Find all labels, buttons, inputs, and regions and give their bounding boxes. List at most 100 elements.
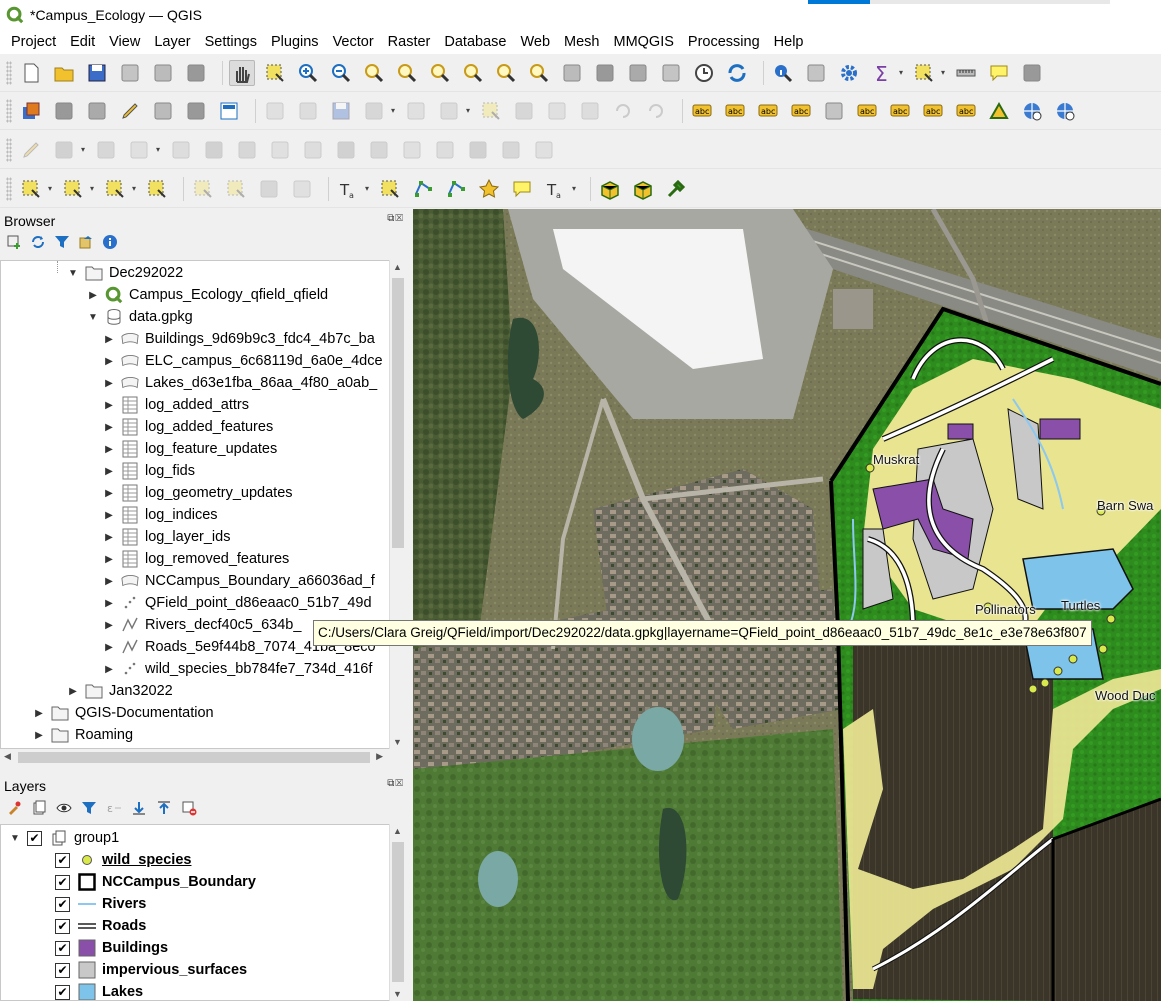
- new-3d-view-button[interactable]: [592, 60, 618, 86]
- add-group-icon[interactable]: [31, 800, 47, 816]
- edge-tool-button[interactable]: [443, 176, 469, 202]
- menu-web[interactable]: Web: [513, 30, 557, 54]
- trim-extend-button[interactable]: [531, 137, 557, 163]
- layer-visibility-checkbox[interactable]: ✔: [55, 896, 70, 912]
- scroll-up-arrow-icon[interactable]: ▲: [393, 826, 402, 836]
- chevron-down-icon[interactable]: ▾: [154, 137, 162, 163]
- select-features-button[interactable]: [18, 176, 44, 202]
- label-abc-button[interactable]: abc: [689, 98, 715, 124]
- layer-row[interactable]: ✔ NCCampus_Boundary: [55, 871, 256, 893]
- browser-item[interactable]: ▶ Campus_Ecology_qfield_qfield: [87, 284, 328, 306]
- show-bookmarks-button[interactable]: [658, 60, 684, 86]
- layer-visibility-checkbox[interactable]: ✔: [55, 962, 70, 978]
- pan-button[interactable]: [229, 59, 255, 86]
- collapsed-arrow-icon[interactable]: ▶: [87, 290, 99, 301]
- layer-visibility-checkbox[interactable]: ✔: [55, 852, 70, 868]
- map-canvas[interactable]: Muskrat Barn Swa Pollinators Turtles Woo…: [413, 209, 1161, 1001]
- browser-item[interactable]: ▶ Jan32022: [67, 680, 173, 702]
- expanded-arrow-icon[interactable]: ▼: [67, 268, 79, 279]
- browser-item[interactable]: ▶ Lakes_d63e1fba_86aa_4f80_a0ab_: [103, 372, 377, 394]
- chevron-down-icon[interactable]: ▾: [570, 176, 578, 202]
- attribute-table-button[interactable]: [803, 60, 829, 86]
- remove-layer-icon[interactable]: [181, 800, 197, 816]
- toolbar-grip[interactable]: [6, 98, 12, 123]
- browser-item[interactable]: ▼ Dec292022: [67, 262, 183, 284]
- menu-processing[interactable]: Processing: [681, 30, 767, 54]
- globe-button[interactable]: [1019, 98, 1045, 124]
- layer-row[interactable]: ✔ impervious_surfaces: [55, 959, 247, 981]
- advanced-digitize-button[interactable]: [18, 137, 44, 163]
- layer-visibility-checkbox[interactable]: ✔: [55, 918, 70, 934]
- layer-visibility-checkbox[interactable]: ✔: [55, 940, 70, 956]
- style-paint-icon[interactable]: [6, 800, 22, 816]
- delete-selected-button[interactable]: [478, 98, 504, 124]
- collapsed-arrow-icon[interactable]: ▶: [103, 400, 115, 411]
- globe-search-button[interactable]: [1052, 98, 1078, 124]
- browser-item[interactable]: ▶ log_added_attrs: [103, 394, 249, 416]
- layer-visibility-checkbox[interactable]: ✔: [55, 874, 70, 890]
- select-table-button[interactable]: [911, 60, 937, 86]
- group-visibility-checkbox[interactable]: ✔: [27, 830, 42, 846]
- collapsed-arrow-icon[interactable]: ▶: [103, 444, 115, 455]
- add-feature-button[interactable]: [361, 98, 387, 124]
- toolbar-grip[interactable]: [6, 60, 12, 85]
- new-map-view-button[interactable]: [559, 60, 585, 86]
- scroll-left-arrow-icon[interactable]: ◀: [4, 751, 11, 762]
- collapsed-arrow-icon[interactable]: ▶: [103, 466, 115, 477]
- scroll-down-arrow-icon[interactable]: ▼: [393, 737, 402, 747]
- merge-attributes-button[interactable]: [432, 137, 458, 163]
- zoom-native-button[interactable]: [460, 60, 486, 86]
- browser-float-close-buttons[interactable]: ⧉☒: [387, 213, 404, 224]
- change-label-button[interactable]: abc: [953, 98, 979, 124]
- zoom-in-button[interactable]: [295, 60, 321, 86]
- rotate-point-button[interactable]: [465, 137, 491, 163]
- collapsed-arrow-icon[interactable]: ▶: [33, 708, 45, 719]
- text-annotation-button[interactable]: [509, 176, 535, 202]
- temporal-controller-button[interactable]: [691, 60, 717, 86]
- cut-features-button[interactable]: [511, 98, 537, 124]
- browser-item[interactable]: ▶ log_indices: [103, 504, 218, 526]
- open-project-button[interactable]: [51, 60, 77, 86]
- menu-mesh[interactable]: Mesh: [557, 30, 606, 54]
- chevron-down-icon[interactable]: ▾: [464, 98, 472, 124]
- temporary-layer-button[interactable]: [150, 98, 176, 124]
- collapsed-arrow-icon[interactable]: ▶: [103, 598, 115, 609]
- browser-item[interactable]: ▶ wild_species_bb784fe7_734d_416f: [103, 658, 372, 680]
- add-ring-button[interactable]: [93, 137, 119, 163]
- project-properties-button[interactable]: [117, 60, 143, 86]
- undo-button[interactable]: [610, 98, 636, 124]
- new-geopackage-button[interactable]: [51, 98, 77, 124]
- browser-item[interactable]: ▶ log_geometry_updates: [103, 482, 293, 504]
- browser-item[interactable]: ▶ Rivers_decf40c5_634b_: [103, 614, 301, 636]
- layers-vertical-scrollbar[interactable]: ▲ ▼: [389, 824, 405, 1001]
- new-bookmark-button[interactable]: [625, 60, 651, 86]
- expanded-arrow-icon[interactable]: ▼: [87, 312, 99, 323]
- annotation-button[interactable]: [986, 60, 1012, 86]
- collapse-all-icon[interactable]: [156, 800, 172, 816]
- browser-item[interactable]: ▶ Buildings_9d69b9c3_fdc4_4b7c_ba: [103, 328, 375, 350]
- menu-layer[interactable]: Layer: [147, 30, 197, 54]
- star-button[interactable]: [476, 176, 502, 202]
- scroll-down-arrow-icon[interactable]: ▼: [393, 989, 402, 999]
- info-icon[interactable]: [102, 234, 118, 250]
- collapsed-arrow-icon[interactable]: ▶: [103, 642, 115, 653]
- rotate-label-button[interactable]: abc: [920, 98, 946, 124]
- move-label-button[interactable]: abc: [887, 98, 913, 124]
- chevron-down-icon[interactable]: ▾: [46, 176, 54, 202]
- collapsed-arrow-icon[interactable]: ▶: [103, 554, 115, 565]
- menu-project[interactable]: Project: [4, 30, 63, 54]
- deselect-button[interactable]: [102, 176, 128, 202]
- chevron-down-icon[interactable]: ▾: [897, 60, 905, 86]
- browser-item[interactable]: ▶ log_removed_features: [103, 548, 289, 570]
- layer-row[interactable]: ✔ Lakes: [55, 981, 143, 1000]
- zoom-to-layer-button[interactable]: [427, 60, 453, 86]
- browser-item[interactable]: ▶ log_layer_ids: [103, 526, 230, 548]
- toolbar-grip[interactable]: [6, 137, 12, 162]
- browser-hscroll-thumb[interactable]: [18, 752, 370, 763]
- box-button[interactable]: [597, 176, 623, 202]
- chevron-down-icon[interactable]: ▾: [130, 176, 138, 202]
- chevron-down-icon[interactable]: ▾: [79, 137, 87, 163]
- chevron-down-icon[interactable]: ▾: [389, 98, 397, 124]
- collapsed-arrow-icon[interactable]: ▶: [103, 422, 115, 433]
- layer-visibility-checkbox[interactable]: ✔: [55, 984, 70, 1000]
